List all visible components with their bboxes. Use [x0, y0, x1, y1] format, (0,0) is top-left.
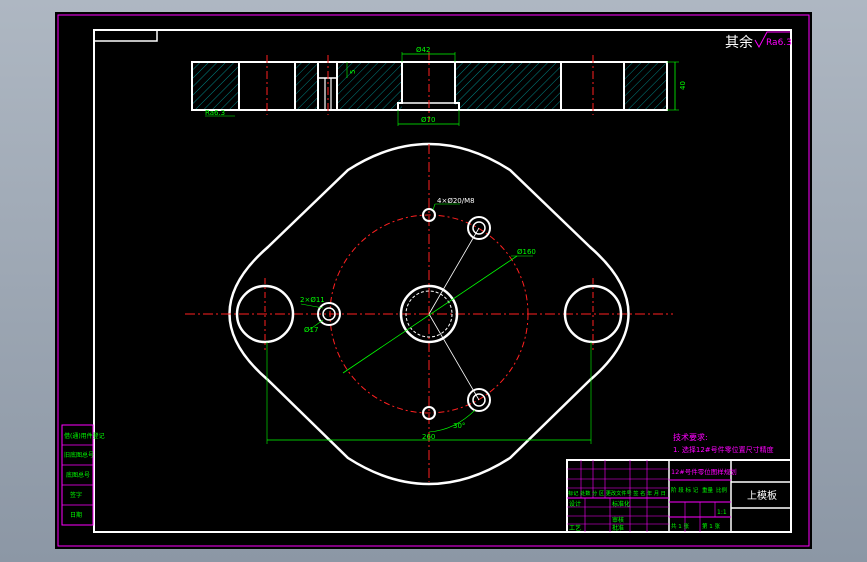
- side-table-row-4: 签字: [70, 491, 82, 499]
- dim-counterbore: Ø17: [304, 326, 318, 334]
- title-sheet-total: 共 1 张: [671, 522, 689, 530]
- title-label-approve: 批准: [612, 524, 624, 532]
- dim-bolt-circle: Ø160: [517, 248, 536, 256]
- dim-angle: 30°: [453, 422, 465, 430]
- dim-small-hole-note: 4×Ø20/M8: [437, 197, 475, 205]
- drawing-canvas: 其余 Ra6.3 Ø42 Ø70 40 5 Ra6.3 Ø160 2×Ø11 4…: [57, 14, 810, 547]
- title-ratio: 1:1: [717, 509, 727, 516]
- tech-req-line1: 1. 选择12#号件零位置尺寸精度: [673, 445, 774, 454]
- title-sheet-no: 第 1 张: [702, 522, 720, 530]
- tech-req-title: 技术要求:: [673, 432, 708, 442]
- section-view: [191, 52, 668, 122]
- side-table-row-3: 底图总号: [66, 471, 90, 479]
- dim-edge-roughness: Ra6.3: [205, 109, 225, 117]
- title-label-scale: 比例: [716, 486, 728, 494]
- title-label-design: 设计: [569, 500, 581, 508]
- title-label-weight: 重量: [702, 486, 714, 494]
- corner-tag-box: [93, 29, 158, 42]
- dim-slot-depth: 5: [349, 70, 357, 74]
- dim-bore-bottom: Ø70: [421, 116, 435, 124]
- title-part-name: 上模板: [747, 489, 777, 502]
- title-label-review: 审核: [612, 516, 624, 524]
- side-table-row-1: 借(通)用件登记: [64, 432, 105, 440]
- roughness-value: Ra6.3: [766, 38, 792, 48]
- title-label-stage: 阶 段 标 记: [671, 486, 699, 494]
- side-table-row-2: 旧底图总号: [64, 451, 94, 459]
- dim-bore-top: Ø42: [416, 46, 430, 54]
- title-label-standard: 标准化: [612, 500, 630, 508]
- side-table-row-5: 日期: [70, 511, 82, 519]
- roughness-label: 其余: [725, 34, 753, 51]
- title-drawing-name: 12#号件零位图样规划: [671, 467, 737, 476]
- cad-viewport[interactable]: 其余 Ra6.3 Ø42 Ø70 40 5 Ra6.3 Ø160 2×Ø11 4…: [55, 12, 812, 549]
- title-mid-row: 标记 处数 分 区 更改文件号 签 名 年 月 日: [568, 489, 666, 497]
- dim-thickness: 40: [679, 81, 687, 90]
- title-label-process: 工艺: [569, 524, 581, 532]
- dim-hole-spec: 2×Ø11: [300, 296, 325, 304]
- dim-span: 260: [422, 433, 435, 441]
